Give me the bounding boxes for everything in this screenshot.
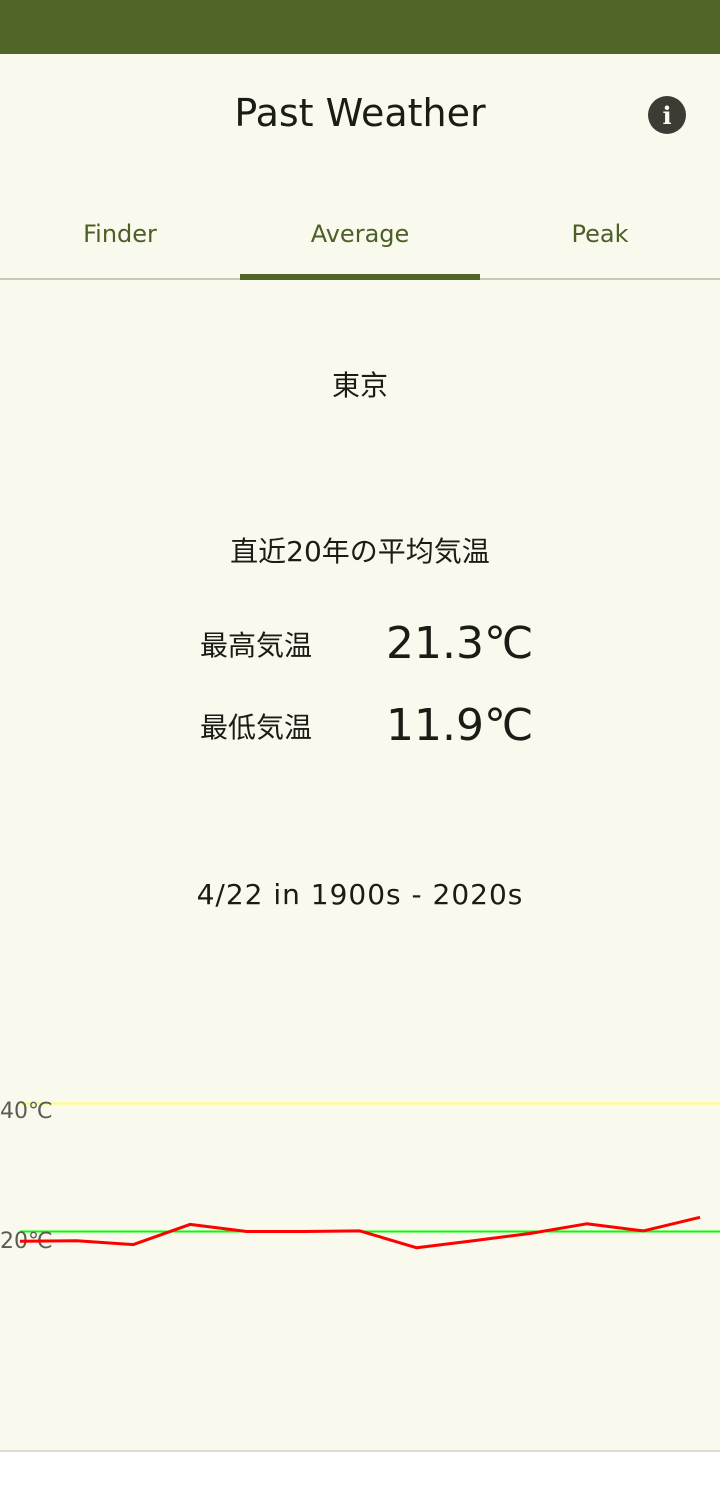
location-name: 東京 (331, 369, 388, 402)
high-temp-value: 21.3℃ (386, 618, 534, 669)
y-tick-label: 40℃ (0, 1099, 53, 1124)
info-button[interactable]: i (648, 96, 686, 134)
tab-peak[interactable]: Peak (480, 196, 720, 278)
tab-average[interactable]: Average (240, 196, 480, 280)
low-temp-row: 最低気温 11.9℃ (200, 696, 600, 756)
date-range-label: 4/22 in 1900s - 2020s (196, 878, 524, 911)
average-heading: 直近20年の平均気温 (230, 535, 490, 568)
high-temp-row: 最高気温 21.3℃ (200, 614, 600, 674)
low-temp-value: 11.9℃ (386, 700, 534, 751)
tab-bar: Finder Average Peak (0, 196, 720, 280)
low-temp-label: 最低気温 (200, 711, 313, 744)
temperature-chart: 40℃20℃ (0, 1099, 720, 1254)
app-title: Past Weather (234, 91, 486, 135)
navigation-bar (0, 1452, 720, 1496)
high-temp-label: 最高気温 (200, 629, 313, 662)
tab-finder[interactable]: Finder (0, 196, 240, 278)
info-icon: i (662, 100, 672, 130)
series-line-0 (19, 1215, 701, 1250)
status-bar (0, 0, 720, 54)
